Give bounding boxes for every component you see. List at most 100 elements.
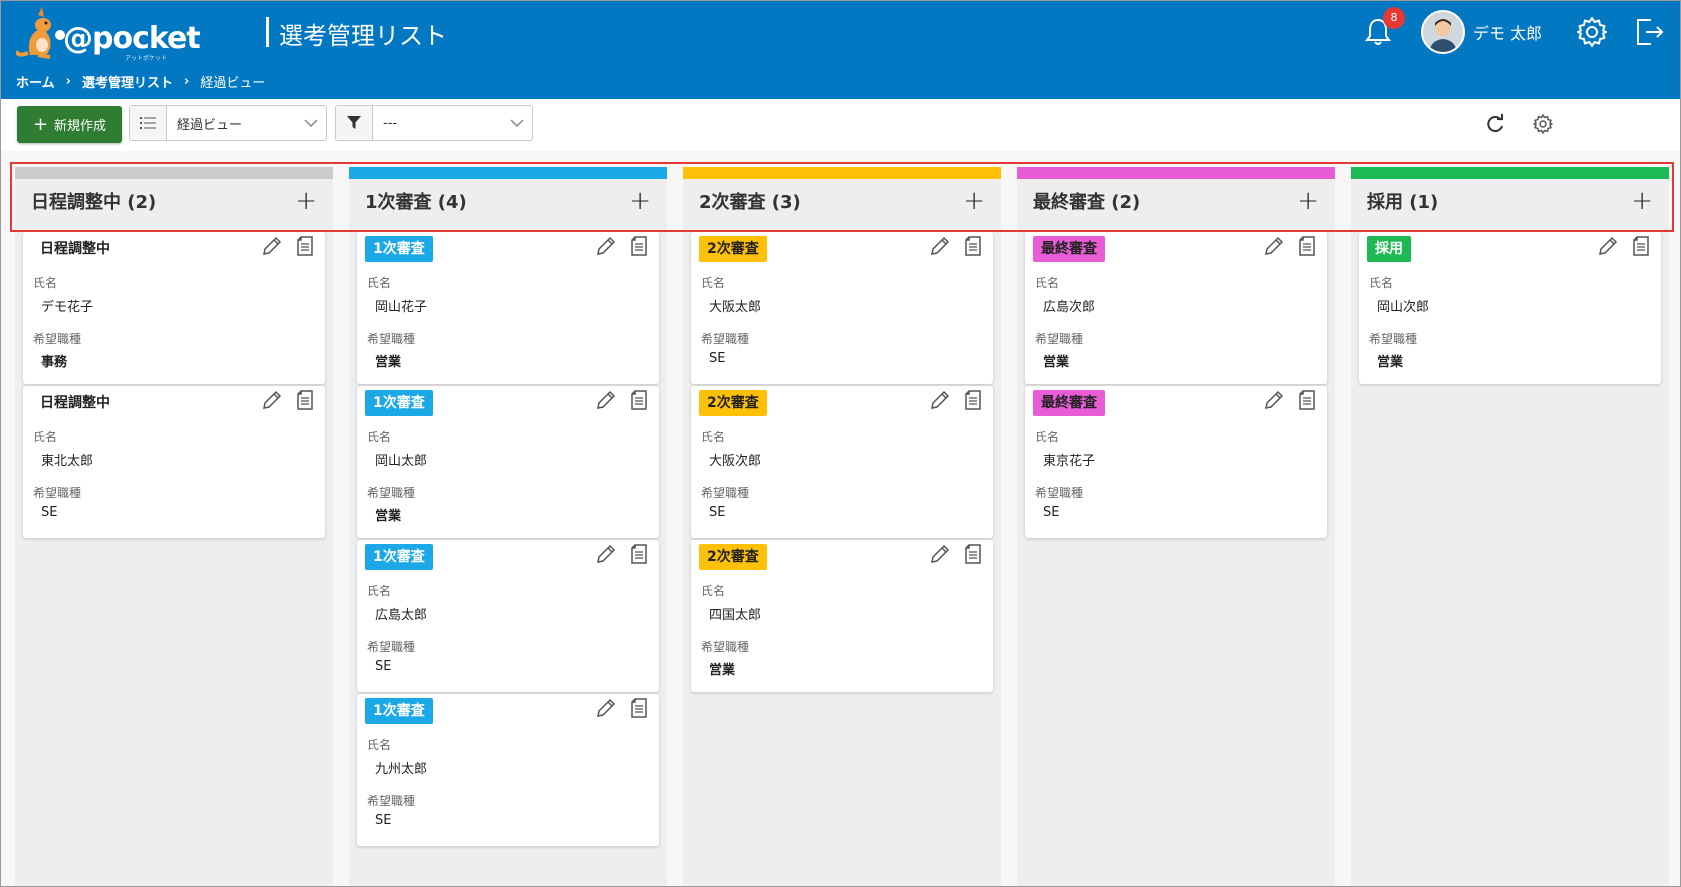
- candidate-job: SE: [375, 659, 392, 674]
- breadcrumb-current: 経過ビュー: [200, 76, 266, 91]
- column-title: 最終審査 (2): [1033, 192, 1141, 213]
- name-label: 氏名: [367, 276, 392, 290]
- candidate-card[interactable]: 1次審査 氏名 岡山太郎 希望職種 営業: [357, 386, 659, 538]
- pencil-icon[interactable]: [595, 543, 617, 565]
- name-label: 氏名: [33, 430, 58, 444]
- candidate-card[interactable]: 1次審査 氏名 九州太郎 希望職種 SE: [357, 694, 659, 846]
- candidate-name: 東京花子: [1043, 454, 1096, 469]
- candidate-job: 営業: [375, 509, 402, 524]
- view-select[interactable]: 経過ビュー: [129, 105, 327, 141]
- candidate-card[interactable]: 最終審査 氏名 広島次郎 希望職種 営業: [1025, 232, 1327, 384]
- column-color-bar: [1351, 167, 1669, 179]
- kanban-board: 日程調整中 (2) + 日程調整中 氏名 デモ花子 希望職種 事務 日程調整中 …: [1, 151, 1680, 886]
- job-label: 希望職種: [367, 486, 416, 500]
- user-name[interactable]: デモ 太郎: [1473, 20, 1542, 44]
- candidate-name: 岡山次郎: [1377, 300, 1430, 315]
- pencil-icon[interactable]: [929, 235, 951, 257]
- add-card-icon[interactable]: +: [1297, 188, 1319, 214]
- document-icon[interactable]: [963, 235, 983, 257]
- job-label: 希望職種: [701, 640, 750, 654]
- logo-subtext: アットポケット: [125, 55, 168, 62]
- candidate-name: 広島次郎: [1043, 300, 1096, 315]
- document-icon[interactable]: [295, 235, 315, 257]
- candidate-card[interactable]: 最終審査 氏名 東京花子 希望職種 SE: [1025, 386, 1327, 538]
- pencil-icon[interactable]: [261, 235, 283, 257]
- logout-icon[interactable]: [1633, 15, 1665, 49]
- pencil-icon[interactable]: [929, 389, 951, 411]
- candidate-job: SE: [41, 505, 58, 520]
- job-label: 希望職種: [701, 332, 750, 346]
- view-select-value: 経過ビュー: [177, 117, 243, 133]
- app-header: @pocket アットポケット 選考管理リスト ホーム › 選考管理リスト › …: [1, 1, 1680, 99]
- pencil-icon[interactable]: [1263, 389, 1285, 411]
- job-label: 希望職種: [701, 486, 750, 500]
- column-first-review: 1次審査 (4) + 1次審査 氏名 岡山花子 希望職種 営業 1次審査 氏名 …: [349, 167, 667, 886]
- candidate-card[interactable]: 2次審査 氏名 四国太郎 希望職種 営業: [691, 540, 993, 692]
- filter-icon: [336, 106, 373, 140]
- status-tag: 日程調整中: [40, 241, 110, 257]
- candidate-name: 東北太郎: [41, 454, 94, 469]
- new-button[interactable]: + 新規作成: [17, 106, 122, 143]
- pencil-icon[interactable]: [261, 389, 283, 411]
- column-hired: 採用 (1) + 採用 氏名 岡山次郎 希望職種 営業: [1351, 167, 1669, 886]
- document-icon[interactable]: [295, 389, 315, 411]
- add-card-icon[interactable]: +: [629, 188, 651, 214]
- status-tag: 1次審査: [365, 390, 433, 416]
- candidate-card[interactable]: 日程調整中 氏名 東北太郎 希望職種 SE: [23, 386, 325, 538]
- add-card-icon[interactable]: +: [295, 188, 317, 214]
- job-label: 希望職種: [33, 486, 82, 500]
- candidate-card[interactable]: 1次審査 氏名 岡山花子 希望職種 営業: [357, 232, 659, 384]
- breadcrumb-home[interactable]: ホーム: [16, 72, 55, 91]
- document-icon[interactable]: [1631, 235, 1651, 257]
- name-label: 氏名: [1035, 430, 1060, 444]
- add-card-icon[interactable]: +: [963, 188, 985, 214]
- document-icon[interactable]: [963, 543, 983, 565]
- document-icon[interactable]: [629, 543, 649, 565]
- column-color-bar: [15, 167, 333, 179]
- candidate-job: SE: [1043, 505, 1060, 520]
- candidate-card[interactable]: 2次審査 氏名 大阪次郎 希望職種 SE: [691, 386, 993, 538]
- candidate-job: SE: [709, 351, 726, 366]
- add-card-icon[interactable]: +: [1631, 188, 1653, 214]
- new-button-label: 新規作成: [54, 119, 107, 134]
- gear-icon[interactable]: [1575, 15, 1609, 49]
- pencil-icon[interactable]: [929, 543, 951, 565]
- logo-text: @pocket: [63, 21, 201, 56]
- filter-select[interactable]: ---: [335, 105, 533, 141]
- job-label: 希望職種: [367, 332, 416, 346]
- name-label: 氏名: [701, 584, 726, 598]
- name-label: 氏名: [701, 276, 726, 290]
- candidate-job: 営業: [709, 663, 736, 678]
- breadcrumb-list[interactable]: 選考管理リスト: [82, 72, 173, 91]
- candidate-name: 四国太郎: [709, 608, 762, 623]
- pencil-icon[interactable]: [595, 697, 617, 719]
- status-tag: 日程調整中: [40, 395, 110, 411]
- pencil-icon[interactable]: [1597, 235, 1619, 257]
- chevron-down-icon: [502, 119, 532, 127]
- title-divider: [266, 17, 269, 47]
- candidate-job: SE: [375, 813, 392, 828]
- candidate-card[interactable]: 日程調整中 氏名 デモ花子 希望職種 事務: [23, 232, 325, 384]
- breadcrumb-separator: ›: [65, 74, 71, 89]
- document-icon[interactable]: [963, 389, 983, 411]
- candidate-card[interactable]: 1次審査 氏名 広島太郎 希望職種 SE: [357, 540, 659, 692]
- document-icon[interactable]: [629, 235, 649, 257]
- job-label: 希望職種: [1035, 486, 1084, 500]
- candidate-card[interactable]: 採用 氏名 岡山次郎 希望職種 営業: [1359, 232, 1661, 384]
- candidate-card[interactable]: 2次審査 氏名 大阪太郎 希望職種 SE: [691, 232, 993, 384]
- settings-gear-icon[interactable]: [1532, 113, 1554, 135]
- refresh-icon[interactable]: [1484, 113, 1506, 135]
- candidate-name: 岡山花子: [375, 300, 428, 315]
- name-label: 氏名: [33, 276, 58, 290]
- document-icon[interactable]: [1297, 235, 1317, 257]
- name-label: 氏名: [1035, 276, 1060, 290]
- user-avatar[interactable]: [1421, 10, 1465, 54]
- document-icon[interactable]: [1297, 389, 1317, 411]
- pencil-icon[interactable]: [595, 235, 617, 257]
- pencil-icon[interactable]: [595, 389, 617, 411]
- breadcrumb-separator: ›: [184, 74, 190, 89]
- document-icon[interactable]: [629, 697, 649, 719]
- candidate-job: 営業: [375, 355, 402, 370]
- pencil-icon[interactable]: [1263, 235, 1285, 257]
- document-icon[interactable]: [629, 389, 649, 411]
